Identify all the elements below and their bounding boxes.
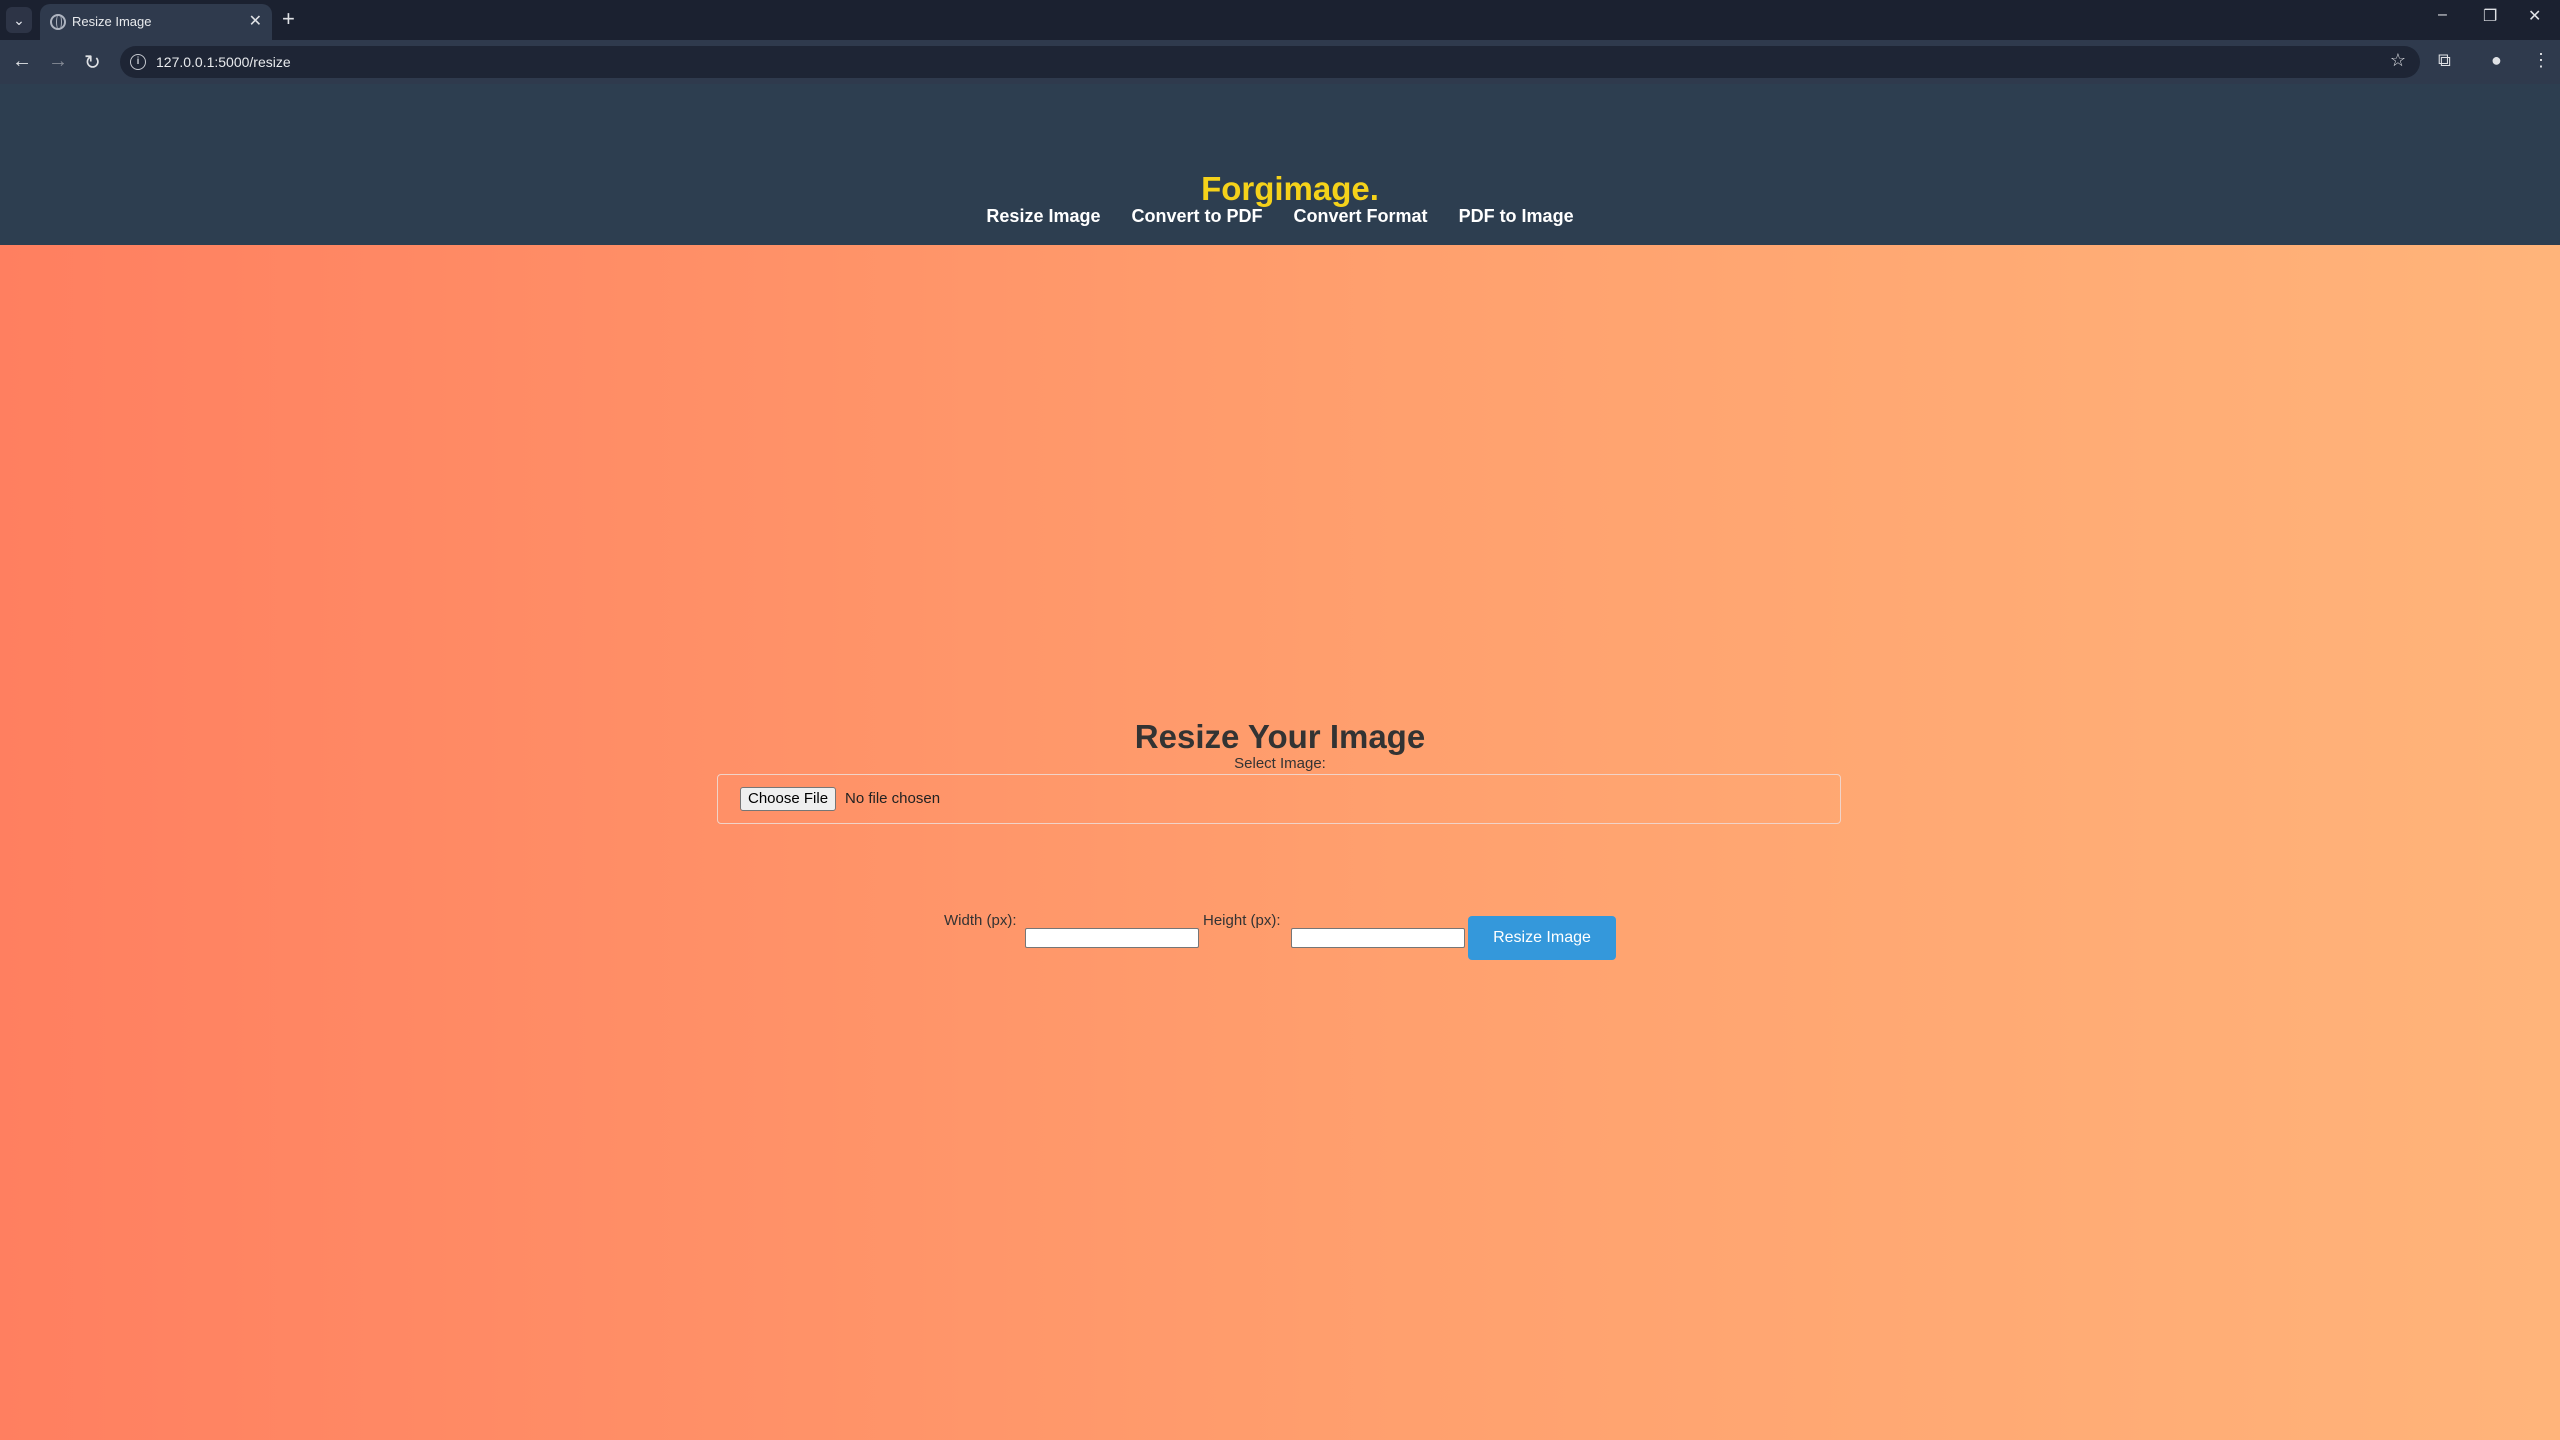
width-input[interactable] xyxy=(1025,928,1199,948)
tab-close-icon[interactable]: ✕ xyxy=(249,11,262,31)
profile-avatar-icon[interactable]: ● xyxy=(2491,50,2502,71)
nav-link-pdf-to-image[interactable]: PDF to Image xyxy=(1459,206,1574,226)
file-status-text: No file chosen xyxy=(845,790,941,807)
browser-tab-strip: ⌄ Resize Image ✕ + – ❐ ✕ xyxy=(0,0,2560,40)
forward-arrow-icon[interactable]: → xyxy=(48,50,68,73)
main-nav: Resize Image Convert to PDF Convert Form… xyxy=(0,206,2560,227)
site-info-icon[interactable]: i xyxy=(130,54,146,70)
select-image-label: Select Image: xyxy=(1234,755,1326,772)
reload-icon[interactable]: ↻ xyxy=(84,50,101,75)
tab-search-chevron-icon[interactable]: ⌄ xyxy=(6,7,32,33)
bookmark-star-icon[interactable]: ☆ xyxy=(2390,50,2406,71)
nav-link-convert-to-pdf[interactable]: Convert to PDF xyxy=(1132,206,1263,226)
browser-menu-icon[interactable]: ⋮ xyxy=(2532,50,2550,71)
resize-image-button[interactable]: Resize Image xyxy=(1468,916,1616,960)
height-input[interactable] xyxy=(1291,928,1465,948)
globe-icon xyxy=(50,14,66,30)
page-body: Forgimage. Resize Image Convert to PDF C… xyxy=(0,84,2560,1440)
choose-file-button[interactable]: Choose File xyxy=(740,787,837,811)
page-title: Resize Your Image xyxy=(1134,718,1426,755)
nav-link-convert-format[interactable]: Convert Format xyxy=(1294,206,1428,226)
width-label: Width (px): xyxy=(944,912,1017,929)
browser-toolbar: ← → ↻ i 127.0.0.1:5000/resize ☆ ⧉ ● ⋮ xyxy=(0,40,2560,84)
minimize-icon[interactable]: – xyxy=(2438,6,2447,24)
extensions-puzzle-icon[interactable]: ⧉ xyxy=(2438,50,2451,71)
tab-title: Resize Image xyxy=(72,14,152,29)
site-header: Forgimage. Resize Image Convert to PDF C… xyxy=(0,84,2560,245)
url-text: 127.0.0.1:5000/resize xyxy=(156,54,291,70)
nav-link-resize-image[interactable]: Resize Image xyxy=(986,206,1100,226)
restore-icon[interactable]: ❐ xyxy=(2483,6,2497,26)
close-window-icon[interactable]: ✕ xyxy=(2528,6,2541,26)
new-tab-button[interactable]: + xyxy=(282,6,295,32)
height-label: Height (px): xyxy=(1203,912,1281,929)
file-upload-field[interactable]: Choose File No file chosen xyxy=(717,774,1841,824)
site-logo[interactable]: Forgimage. xyxy=(0,170,2560,208)
browser-tab[interactable]: Resize Image ✕ xyxy=(40,4,272,40)
address-bar[interactable]: i 127.0.0.1:5000/resize ☆ xyxy=(120,46,2420,78)
back-arrow-icon[interactable]: ← xyxy=(12,50,32,73)
